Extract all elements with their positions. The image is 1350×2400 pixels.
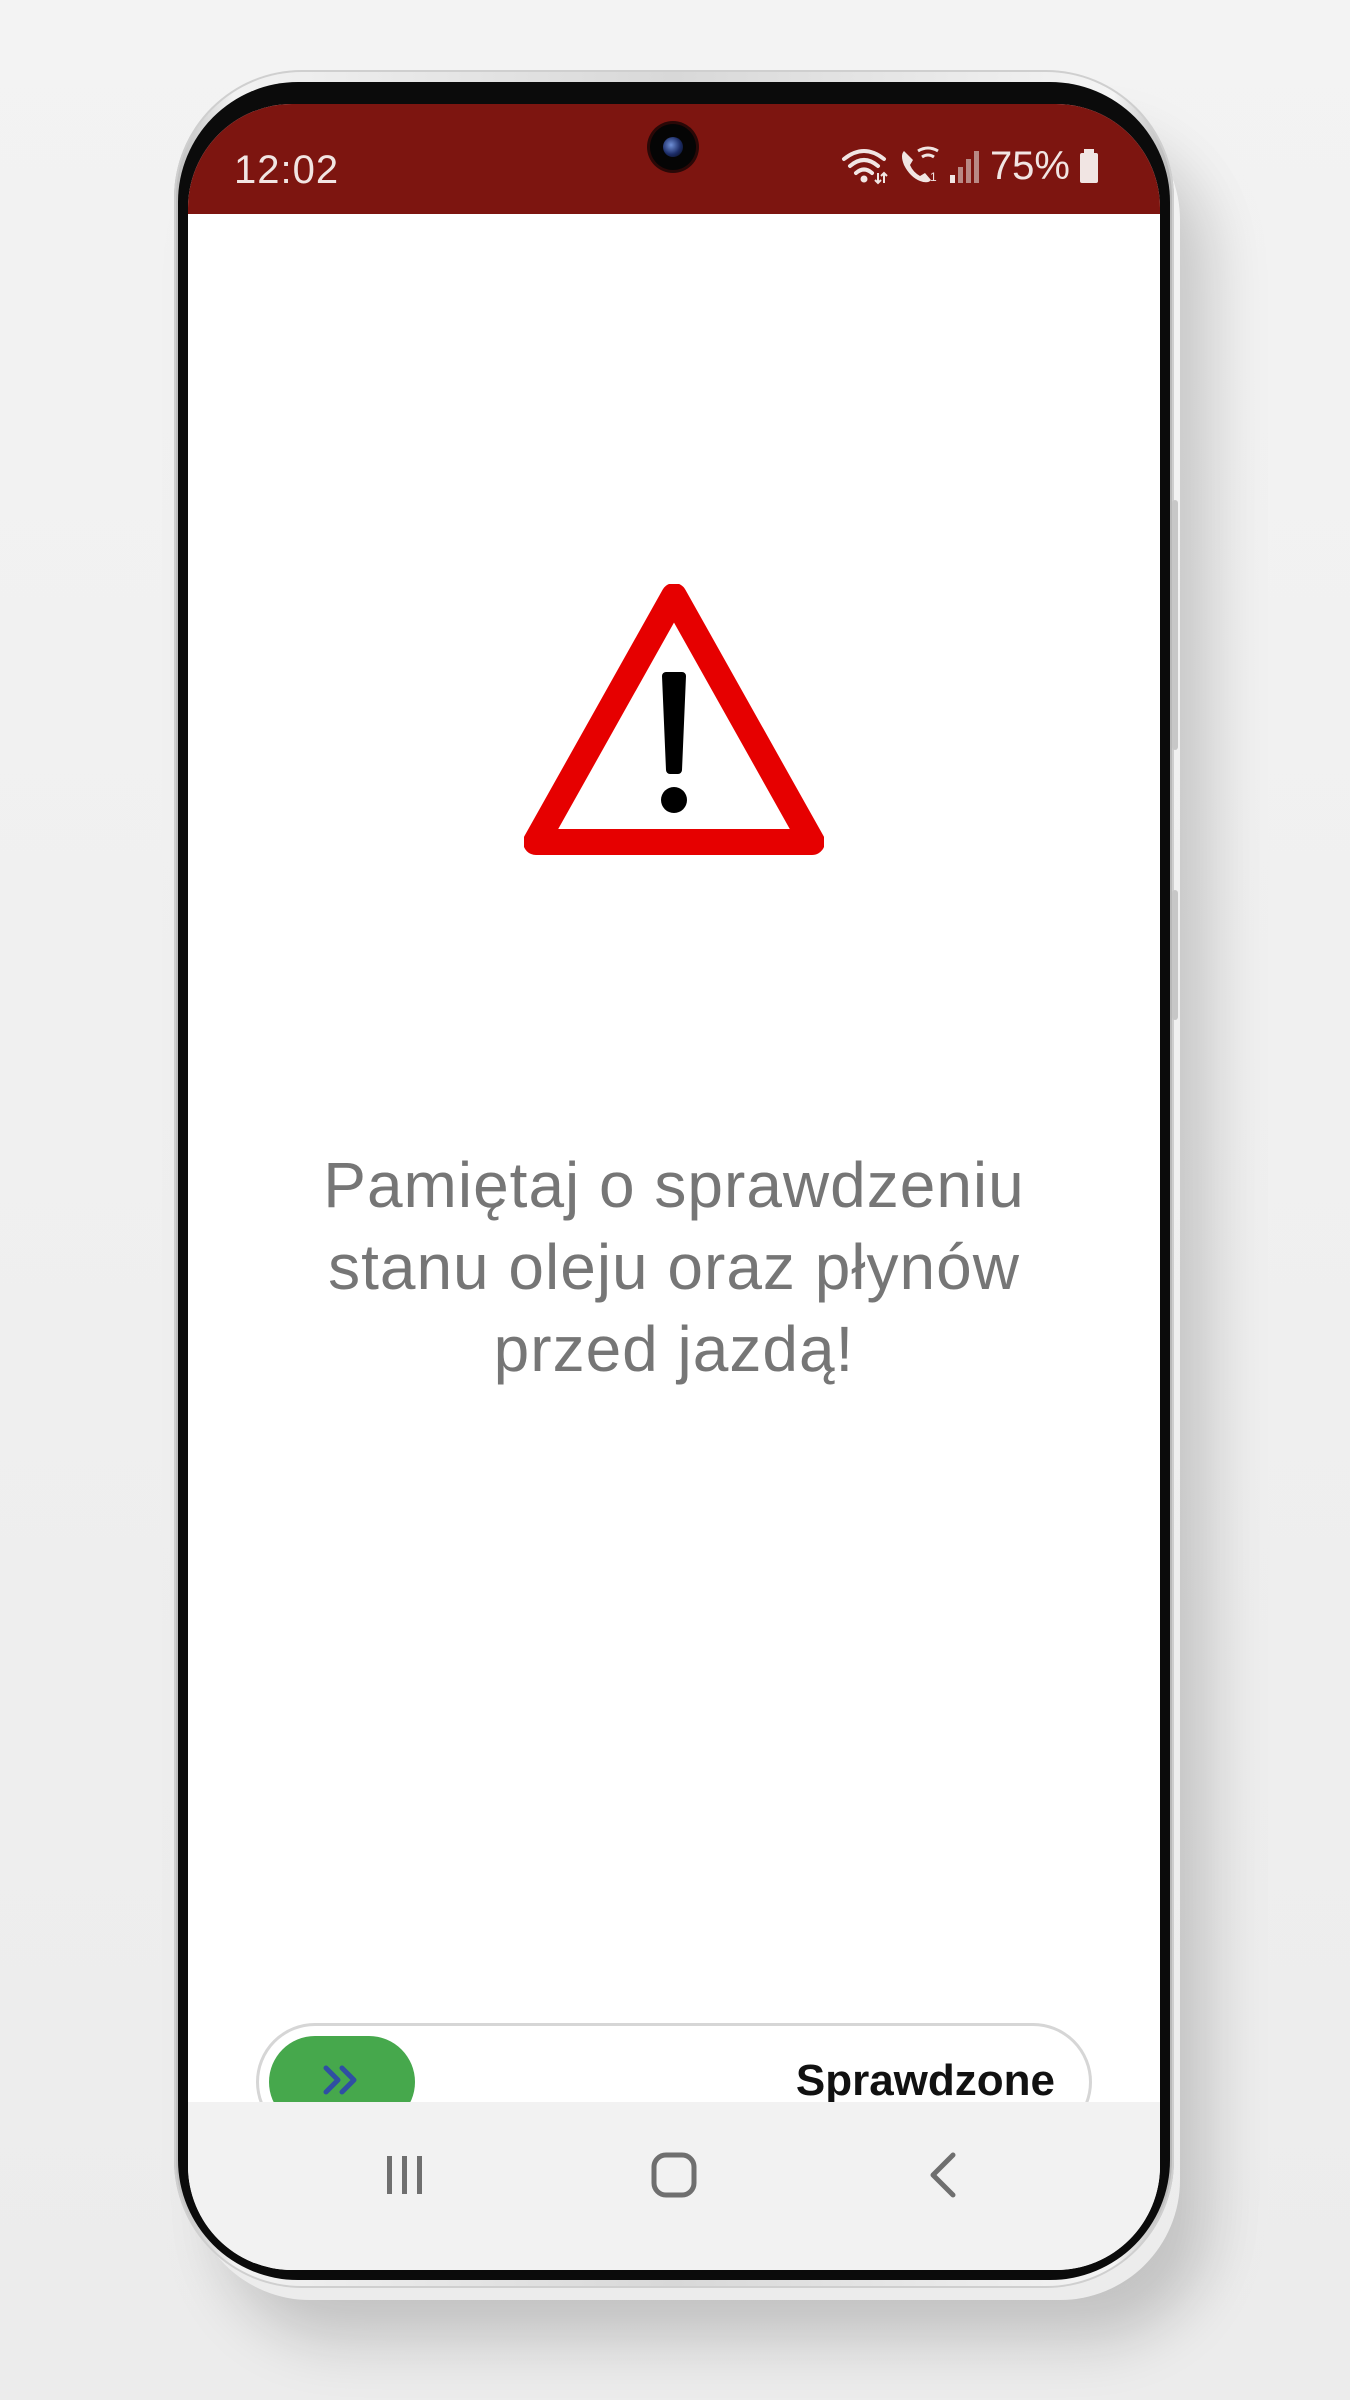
recent-apps-button[interactable]	[360, 2142, 450, 2212]
message-line-2: stanu oleju oraz płynów	[328, 1231, 1020, 1303]
status-bar: 12:02 1 75%	[188, 104, 1160, 214]
back-icon	[923, 2150, 963, 2204]
back-button[interactable]	[898, 2142, 988, 2212]
status-time: 12:02	[234, 148, 340, 192]
wifi-call-icon: 1	[896, 145, 940, 189]
message-line-3: przed jazdą!	[493, 1313, 855, 1385]
phone-screen: 12:02 1 75% Pamiętaj o sprawdzeniu stanu…	[188, 104, 1160, 2270]
wifi-icon	[840, 145, 888, 189]
home-button[interactable]	[629, 2142, 719, 2212]
camera-lens	[663, 137, 683, 157]
svg-text:1: 1	[930, 170, 937, 184]
slider-label: Sprawdzone	[795, 2056, 1055, 2105]
battery-icon	[1078, 145, 1100, 189]
message-line-1: Pamiętaj o sprawdzeniu	[323, 1149, 1025, 1221]
front-camera	[650, 124, 696, 170]
volume-button	[1172, 500, 1178, 750]
recent-apps-icon	[383, 2152, 427, 2202]
main-content: Pamiętaj o sprawdzeniu stanu oleju oraz …	[188, 214, 1160, 2141]
power-button	[1172, 890, 1178, 1020]
home-icon	[649, 2150, 699, 2204]
double-chevron-right-icon	[320, 2060, 364, 2104]
warning-triangle-icon	[523, 583, 825, 856]
status-icons: 1 75%	[840, 144, 1100, 189]
reminder-message: Pamiętaj o sprawdzeniu stanu oleju oraz …	[258, 1144, 1090, 1390]
navigation-bar	[188, 2102, 1160, 2270]
battery-percent: 75%	[989, 144, 1070, 188]
signal-icon	[948, 145, 982, 189]
